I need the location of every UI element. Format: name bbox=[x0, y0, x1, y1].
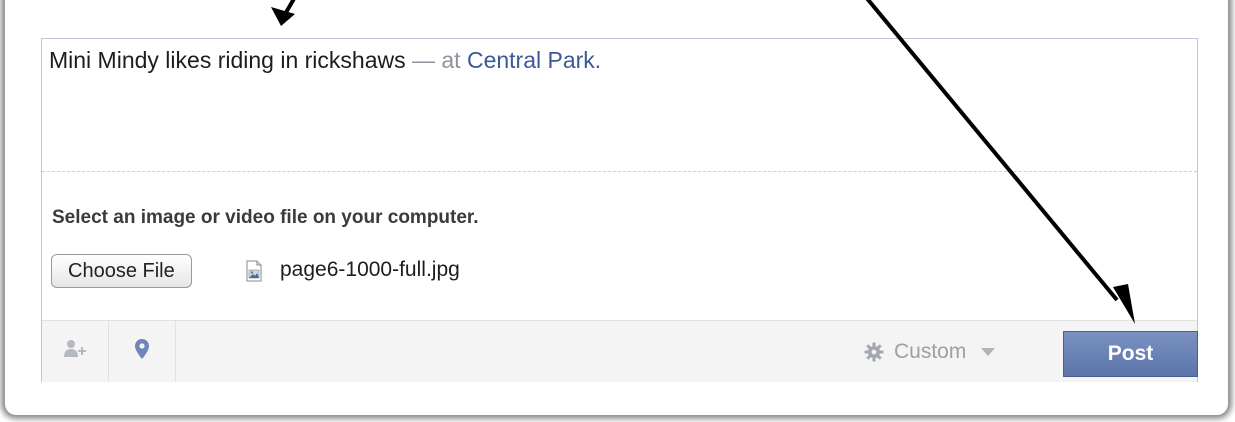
add-location-button[interactable] bbox=[109, 321, 176, 382]
image-file-icon bbox=[246, 260, 262, 282]
post-button[interactable]: Post bbox=[1063, 331, 1198, 377]
audience-label: Custom bbox=[894, 339, 967, 363]
location-link[interactable]: Central Park bbox=[467, 47, 595, 73]
status-input[interactable]: Mini Mindy likes riding in rickshaws — a… bbox=[49, 47, 601, 74]
status-period: . bbox=[594, 47, 602, 73]
composer-toolbar: Custom Post bbox=[42, 320, 1198, 382]
audience-selector[interactable]: Custom bbox=[864, 321, 996, 382]
upload-prompt: Select an image or video file on your co… bbox=[52, 207, 479, 228]
screenshot-stage: Mini Mindy likes riding in rickshaws — a… bbox=[0, 0, 1235, 422]
choose-file-button[interactable]: Choose File bbox=[51, 254, 192, 288]
chevron-down-icon bbox=[980, 347, 996, 357]
gear-icon bbox=[864, 342, 884, 362]
tag-people-icon bbox=[63, 338, 87, 365]
status-composer: Mini Mindy likes riding in rickshaws — a… bbox=[41, 38, 1198, 382]
selected-file-name: page6-1000-full.jpg bbox=[280, 258, 460, 281]
tag-people-button[interactable] bbox=[42, 321, 109, 382]
location-pin-icon bbox=[134, 338, 150, 365]
status-message: Mini Mindy likes riding in rickshaws bbox=[49, 47, 406, 73]
location-separator: — at bbox=[405, 47, 467, 73]
dashed-divider bbox=[42, 171, 1197, 172]
